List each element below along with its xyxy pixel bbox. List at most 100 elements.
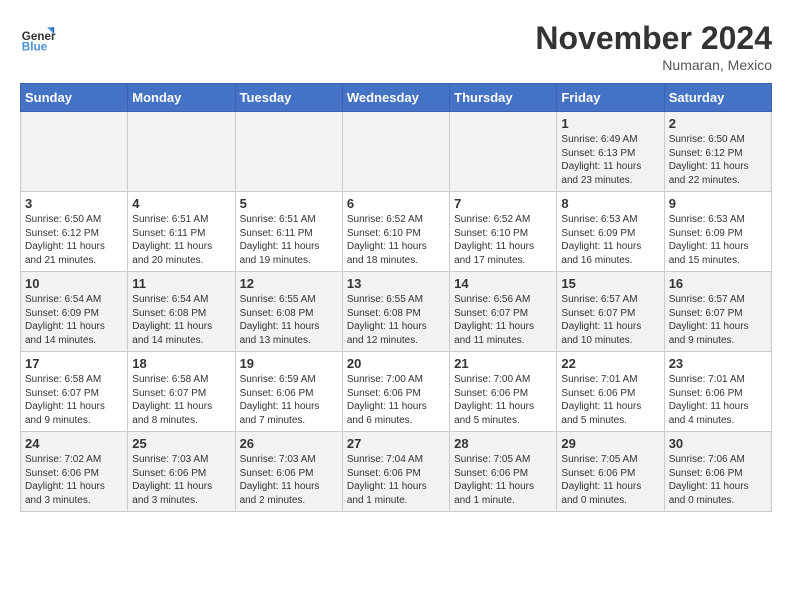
day-info: Sunrise: 6:55 AM Sunset: 6:08 PM Dayligh… xyxy=(240,293,338,347)
day-info: Sunrise: 6:52 AM Sunset: 6:10 PM Dayligh… xyxy=(454,213,552,267)
calendar-cell: 14 Sunrise: 6:56 AM Sunset: 6:07 PM Dayli… xyxy=(450,272,557,352)
calendar-cell: 19 Sunrise: 6:59 AM Sunset: 6:06 PM Dayli… xyxy=(235,352,342,432)
day-info: Sunrise: 6:58 AM Sunset: 6:07 PM Dayligh… xyxy=(25,373,123,427)
calendar-header-sunday: Sunday xyxy=(21,84,128,112)
logo: General Blue xyxy=(20,20,56,56)
calendar-cell: 8Sunrise: 6:53 AM Sunset: 6:09 PM Daylig… xyxy=(557,192,664,272)
calendar-cell xyxy=(342,112,449,192)
calendar-cell: 5Sunrise: 6:51 AM Sunset: 6:11 PM Daylig… xyxy=(235,192,342,272)
calendar-cell: 29Sunrise: 7:05 AM Sunset: 6:06 PM Dayli… xyxy=(557,432,664,512)
calendar-cell: 25Sunrise: 7:03 AM Sunset: 6:06 PM Dayli… xyxy=(128,432,235,512)
calendar-cell xyxy=(235,112,342,192)
calendar-cell: 24Sunrise: 7:02 AM Sunset: 6:06 PM Dayli… xyxy=(21,432,128,512)
day-number: 2 xyxy=(669,116,767,131)
day-number: 12 xyxy=(240,276,338,291)
day-number: 8 xyxy=(561,196,659,211)
day-number: 9 xyxy=(669,196,767,211)
calendar-table: SundayMondayTuesdayWednesdayThursdayFrid… xyxy=(20,83,772,512)
day-number: 29 xyxy=(561,436,659,451)
calendar-cell: 30Sunrise: 7:06 AM Sunset: 6:06 PM Dayli… xyxy=(664,432,771,512)
day-number: 1 xyxy=(561,116,659,131)
calendar-cell: 17 Sunrise: 6:58 AM Sunset: 6:07 PM Dayli… xyxy=(21,352,128,432)
calendar-cell: 1 Sunrise: 6:49 AM Sunset: 6:13 PM Daylig… xyxy=(557,112,664,192)
title-section: November 2024 Numaran, Mexico xyxy=(535,20,772,73)
logo-icon: General Blue xyxy=(20,20,56,56)
calendar-cell: 9Sunrise: 6:53 AM Sunset: 6:09 PM Daylig… xyxy=(664,192,771,272)
svg-text:Blue: Blue xyxy=(22,41,48,54)
calendar-header-friday: Friday xyxy=(557,84,664,112)
day-number: 15 xyxy=(561,276,659,291)
calendar-cell: 26 Sunrise: 7:03 AM Sunset: 6:06 PM Dayli… xyxy=(235,432,342,512)
calendar-cell: 21 Sunrise: 7:00 AM Sunset: 6:06 PM Dayli… xyxy=(450,352,557,432)
month-title: November 2024 xyxy=(535,20,772,57)
calendar-cell: 13 Sunrise: 6:55 AM Sunset: 6:08 PM Dayli… xyxy=(342,272,449,352)
calendar-week-4: 17 Sunrise: 6:58 AM Sunset: 6:07 PM Dayli… xyxy=(21,352,772,432)
calendar-cell: 18 Sunrise: 6:58 AM Sunset: 6:07 PM Dayli… xyxy=(128,352,235,432)
day-number: 3 xyxy=(25,196,123,211)
day-info: Sunrise: 6:51 AM Sunset: 6:11 PM Dayligh… xyxy=(132,213,230,267)
day-info: Sunrise: 6:50 AM Sunset: 6:12 PM Dayligh… xyxy=(25,213,123,267)
calendar-cell: 28Sunrise: 7:05 AM Sunset: 6:06 PM Dayli… xyxy=(450,432,557,512)
calendar-header-wednesday: Wednesday xyxy=(342,84,449,112)
day-number: 16 xyxy=(669,276,767,291)
calendar-cell: 4 Sunrise: 6:51 AM Sunset: 6:11 PM Daylig… xyxy=(128,192,235,272)
calendar-header-tuesday: Tuesday xyxy=(235,84,342,112)
calendar-cell: 22 Sunrise: 7:01 AM Sunset: 6:06 PM Dayli… xyxy=(557,352,664,432)
calendar-week-3: 10Sunrise: 6:54 AM Sunset: 6:09 PM Dayli… xyxy=(21,272,772,352)
day-info: Sunrise: 7:05 AM Sunset: 6:06 PM Dayligh… xyxy=(454,453,552,507)
day-number: 10 xyxy=(25,276,123,291)
day-info: Sunrise: 6:59 AM Sunset: 6:06 PM Dayligh… xyxy=(240,373,338,427)
location: Numaran, Mexico xyxy=(535,57,772,73)
day-info: Sunrise: 6:56 AM Sunset: 6:07 PM Dayligh… xyxy=(454,293,552,347)
calendar-header-saturday: Saturday xyxy=(664,84,771,112)
calendar-cell: 16 Sunrise: 6:57 AM Sunset: 6:07 PM Dayli… xyxy=(664,272,771,352)
calendar-cell: 27 Sunrise: 7:04 AM Sunset: 6:06 PM Dayli… xyxy=(342,432,449,512)
day-info: Sunrise: 6:57 AM Sunset: 6:07 PM Dayligh… xyxy=(561,293,659,347)
day-info: Sunrise: 7:00 AM Sunset: 6:06 PM Dayligh… xyxy=(347,373,445,427)
calendar-header-thursday: Thursday xyxy=(450,84,557,112)
calendar-cell xyxy=(450,112,557,192)
day-info: Sunrise: 7:01 AM Sunset: 6:06 PM Dayligh… xyxy=(561,373,659,427)
calendar-cell: 10Sunrise: 6:54 AM Sunset: 6:09 PM Dayli… xyxy=(21,272,128,352)
day-info: Sunrise: 7:00 AM Sunset: 6:06 PM Dayligh… xyxy=(454,373,552,427)
day-number: 25 xyxy=(132,436,230,451)
day-info: Sunrise: 6:52 AM Sunset: 6:10 PM Dayligh… xyxy=(347,213,445,267)
calendar-cell: 23 Sunrise: 7:01 AM Sunset: 6:06 PM Dayli… xyxy=(664,352,771,432)
day-number: 18 xyxy=(132,356,230,371)
calendar-cell: 15 Sunrise: 6:57 AM Sunset: 6:07 PM Dayli… xyxy=(557,272,664,352)
day-number: 30 xyxy=(669,436,767,451)
day-info: Sunrise: 6:49 AM Sunset: 6:13 PM Dayligh… xyxy=(561,133,659,187)
day-info: Sunrise: 7:03 AM Sunset: 6:06 PM Dayligh… xyxy=(240,453,338,507)
day-info: Sunrise: 6:54 AM Sunset: 6:08 PM Dayligh… xyxy=(132,293,230,347)
day-number: 22 xyxy=(561,356,659,371)
day-number: 19 xyxy=(240,356,338,371)
calendar-cell xyxy=(21,112,128,192)
calendar-week-5: 24Sunrise: 7:02 AM Sunset: 6:06 PM Dayli… xyxy=(21,432,772,512)
calendar-week-1: 1 Sunrise: 6:49 AM Sunset: 6:13 PM Daylig… xyxy=(21,112,772,192)
day-number: 13 xyxy=(347,276,445,291)
day-number: 21 xyxy=(454,356,552,371)
day-number: 14 xyxy=(454,276,552,291)
day-number: 23 xyxy=(669,356,767,371)
calendar-cell: 7Sunrise: 6:52 AM Sunset: 6:10 PM Daylig… xyxy=(450,192,557,272)
day-number: 26 xyxy=(240,436,338,451)
day-info: Sunrise: 7:04 AM Sunset: 6:06 PM Dayligh… xyxy=(347,453,445,507)
day-number: 11 xyxy=(132,276,230,291)
day-info: Sunrise: 6:58 AM Sunset: 6:07 PM Dayligh… xyxy=(132,373,230,427)
calendar-cell: 3 Sunrise: 6:50 AM Sunset: 6:12 PM Daylig… xyxy=(21,192,128,272)
calendar-header-row: SundayMondayTuesdayWednesdayThursdayFrid… xyxy=(21,84,772,112)
day-info: Sunrise: 6:55 AM Sunset: 6:08 PM Dayligh… xyxy=(347,293,445,347)
calendar-cell: 6 Sunrise: 6:52 AM Sunset: 6:10 PM Daylig… xyxy=(342,192,449,272)
day-number: 5 xyxy=(240,196,338,211)
day-number: 27 xyxy=(347,436,445,451)
day-number: 6 xyxy=(347,196,445,211)
day-info: Sunrise: 6:57 AM Sunset: 6:07 PM Dayligh… xyxy=(669,293,767,347)
day-info: Sunrise: 6:50 AM Sunset: 6:12 PM Dayligh… xyxy=(669,133,767,187)
calendar-cell xyxy=(128,112,235,192)
day-number: 20 xyxy=(347,356,445,371)
day-info: Sunrise: 7:01 AM Sunset: 6:06 PM Dayligh… xyxy=(669,373,767,427)
calendar-cell: 2 Sunrise: 6:50 AM Sunset: 6:12 PM Daylig… xyxy=(664,112,771,192)
day-number: 17 xyxy=(25,356,123,371)
calendar-week-2: 3 Sunrise: 6:50 AM Sunset: 6:12 PM Daylig… xyxy=(21,192,772,272)
day-number: 4 xyxy=(132,196,230,211)
